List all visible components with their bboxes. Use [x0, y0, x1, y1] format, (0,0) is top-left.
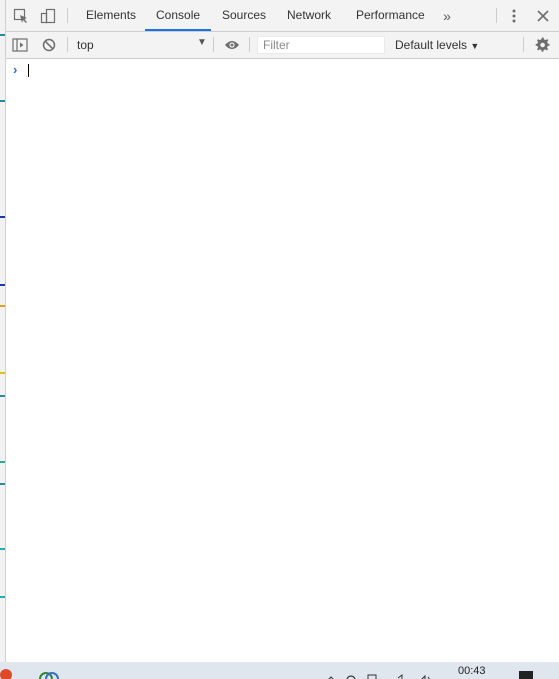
tab-sources[interactable]: Sources — [222, 0, 266, 31]
toolbar-separator — [213, 37, 214, 52]
close-icon[interactable] — [534, 7, 552, 25]
page-edge-mark — [0, 395, 5, 397]
log-levels-label: Default levels — [395, 38, 468, 52]
context-dropdown-arrow-icon[interactable]: ▼ — [197, 37, 207, 48]
context-selector[interactable]: top — [77, 38, 94, 52]
tabbar-separator — [496, 8, 497, 23]
filter-input[interactable] — [257, 36, 385, 54]
notification-icon[interactable] — [519, 671, 533, 679]
browser-app-icon[interactable] — [0, 669, 12, 679]
os-taskbar: 00:43 — [0, 662, 559, 679]
text-cursor — [28, 64, 29, 77]
console-output[interactable]: › — [6, 59, 559, 662]
page-edge-mark — [0, 216, 5, 218]
clock-time[interactable]: 00:43 — [458, 665, 486, 677]
inspect-element-icon[interactable] — [12, 7, 30, 25]
page-edge-mark — [0, 372, 5, 374]
page-edge-mark — [0, 548, 5, 550]
settings-gear-icon[interactable] — [534, 36, 552, 54]
tray-icons — [326, 671, 436, 679]
live-expression-eye-icon[interactable] — [223, 36, 241, 54]
device-toolbar-icon[interactable] — [39, 7, 57, 25]
devtools-panel: Elements Console Sources Network Perform… — [6, 0, 559, 662]
page-edge-mark — [0, 305, 5, 307]
toolbar-separator — [67, 37, 68, 52]
console-prompt-chevron-icon: › — [13, 62, 18, 77]
clear-console-icon[interactable] — [40, 36, 58, 54]
page-edge-mark — [0, 34, 5, 36]
page-edge-mark — [0, 284, 5, 286]
page-edge-mark — [0, 461, 5, 463]
toolbar-separator — [523, 37, 524, 52]
tab-performance[interactable]: Performance — [356, 0, 425, 31]
tab-elements[interactable]: Elements — [86, 0, 136, 31]
devtools-tabbar: Elements Console Sources Network Perform… — [6, 0, 559, 32]
tab-network[interactable]: Network — [287, 0, 331, 31]
page-edge-mark — [0, 483, 5, 485]
tabbar-separator — [67, 8, 68, 23]
log-levels-dropdown[interactable]: Default levels ▼ — [395, 38, 479, 52]
tab-console[interactable]: Console — [144, 0, 212, 31]
page-edge-mark — [0, 596, 5, 598]
page-edge-mark — [0, 100, 5, 102]
toolbar-separator — [249, 37, 250, 52]
app-taskbar-icon[interactable] — [38, 669, 62, 679]
kebab-menu-icon[interactable] — [505, 7, 523, 25]
more-tabs-icon[interactable]: » — [438, 7, 456, 25]
sidebar-toggle-icon[interactable] — [11, 36, 29, 54]
chevron-down-icon: ▼ — [470, 41, 480, 51]
console-toolbar: top ▼ Default levels ▼ — [6, 32, 559, 59]
